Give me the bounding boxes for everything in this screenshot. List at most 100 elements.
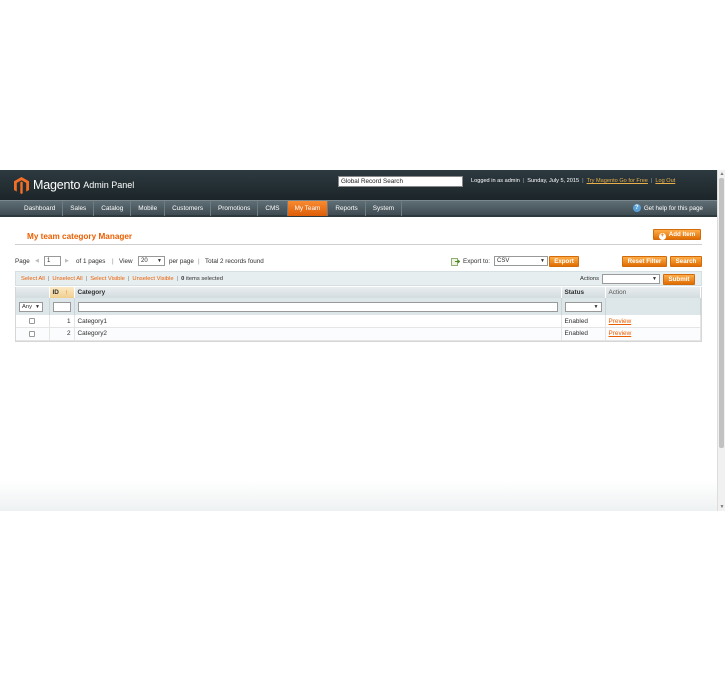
per-page-text: per page — [169, 257, 194, 265]
table-row[interactable]: 2 Category2 Enabled Preview — [16, 327, 701, 341]
nav-item-sales[interactable]: Sales — [63, 201, 95, 216]
row-id: 2 — [49, 327, 75, 341]
header-links: Logged in as admin | Sunday, July 5, 2015 |… — [471, 178, 676, 184]
export-format-select[interactable]: CSV ▼ — [494, 256, 548, 266]
help-link[interactable]: ? Get help for this page — [632, 204, 703, 212]
row-id: 1 — [49, 315, 75, 328]
chevron-down-icon: ▼ — [652, 276, 657, 282]
actions-select[interactable]: ▼ — [602, 274, 660, 284]
help-label: Get help for this page — [643, 204, 703, 212]
per-page-value: 20 — [141, 258, 148, 264]
preview-link[interactable]: Preview — [609, 318, 632, 325]
column-header-id[interactable]: ID ↑ — [49, 287, 75, 298]
page-label: Page — [15, 257, 30, 265]
selected-count: 0 — [181, 275, 185, 282]
table-row[interactable]: 1 Category1 Enabled Preview — [16, 315, 701, 328]
row-category: Category2 — [74, 327, 562, 341]
per-page-select[interactable]: 20 ▼ — [138, 256, 165, 266]
add-item-label: Add Item — [668, 231, 696, 238]
chevron-down-icon: ▼ — [593, 303, 599, 310]
nav-item-cms[interactable]: CMS — [258, 201, 288, 216]
export-button[interactable]: Export — [549, 255, 579, 267]
filter-any-value: Any — [22, 303, 32, 310]
try-magento-go-link[interactable]: Try Magento Go for Free — [587, 178, 648, 184]
row-checkbox[interactable] — [29, 330, 36, 337]
magento-logo-icon — [14, 176, 29, 194]
of-pages-text: of 1 pages — [76, 257, 106, 265]
total-records-text: Total 2 records found — [205, 257, 264, 265]
filter-cell-action — [605, 298, 701, 315]
nav-item-customers[interactable]: Customers — [165, 201, 212, 216]
chevron-down-icon: ▼ — [157, 258, 162, 264]
selected-text: items selected — [185, 275, 223, 282]
unselect-visible-link[interactable]: Unselect Visible — [132, 276, 173, 282]
export-label: Export to: — [463, 257, 490, 265]
magento-logo[interactable]: Magento Admin Panel — [14, 176, 134, 194]
filter-row: Any ▼ ▼ — [16, 298, 701, 315]
scroll-up-icon[interactable]: ▲ — [718, 170, 725, 178]
submit-button[interactable]: Submit — [663, 273, 695, 285]
reset-filter-button[interactable]: Reset Filter — [622, 255, 667, 267]
select-visible-link[interactable]: Select Visible — [90, 276, 125, 282]
row-checkbox[interactable] — [29, 317, 36, 324]
next-page-icon: ▶ — [65, 258, 69, 264]
column-header-category[interactable]: Category — [74, 287, 562, 298]
pager-separator: | — [198, 257, 200, 265]
unselect-all-link[interactable]: Unselect All — [52, 276, 82, 282]
global-record-search-input[interactable]: Global Record Search — [338, 176, 463, 187]
nav-item-dashboard[interactable]: Dashboard — [17, 201, 64, 216]
logged-in-text: Logged in as admin — [471, 178, 520, 184]
page-number-input[interactable]: 1 — [44, 256, 61, 266]
vertical-scrollbar[interactable]: ▲ ▼ — [717, 170, 725, 511]
page-title: My team category Manager — [27, 232, 133, 241]
status-filter-select[interactable]: ▼ — [564, 301, 602, 312]
brand-sub: Admin Panel — [83, 180, 135, 190]
chevron-down-icon: ▼ — [540, 258, 545, 264]
footer-band — [0, 481, 717, 511]
row-category: Category1 — [74, 315, 562, 328]
nav-item-my-team[interactable]: My Team — [287, 201, 329, 216]
sort-asc-icon: ↑ — [64, 289, 69, 296]
select-all-link[interactable]: Select All — [21, 276, 45, 282]
title-divider — [15, 244, 702, 245]
chevron-down-icon: ▼ — [35, 303, 40, 310]
pager-separator: | — [112, 257, 114, 265]
blank-top-area — [0, 0, 725, 170]
category-filter-input[interactable] — [77, 301, 558, 312]
nav-item-reports[interactable]: Reports — [328, 201, 366, 216]
row-action-cell: Preview — [605, 315, 701, 328]
scrollbar-thumb[interactable] — [719, 178, 724, 448]
nav-item-catalog[interactable]: Catalog — [94, 201, 132, 216]
grid-pager: Page ◀ 1 ▶ of 1 pages | View 20 ▼ per pag… — [15, 255, 702, 267]
column-header-action: Action — [605, 287, 701, 298]
nav-item-promotions[interactable]: Promotions — [211, 201, 259, 216]
scroll-down-icon[interactable]: ▼ — [718, 503, 725, 511]
logout-link[interactable]: Log Out — [655, 178, 675, 184]
main-nav: Dashboard Sales Catalog Mobile Customers… — [0, 200, 717, 217]
admin-frame: Magento Admin Panel Global Record Search… — [0, 170, 725, 511]
filter-cell-id — [49, 298, 75, 315]
row-action-cell: Preview — [605, 327, 701, 341]
filter-cell-status: ▼ — [561, 298, 606, 315]
massaction-filter-select[interactable]: Any ▼ — [19, 301, 43, 312]
help-icon: ? — [632, 204, 641, 212]
admin-header: Magento Admin Panel Global Record Search… — [0, 170, 717, 200]
view-label: View — [119, 257, 133, 265]
row-status: Enabled — [561, 315, 606, 328]
export-icon — [451, 258, 460, 266]
nav-item-system[interactable]: System — [366, 201, 403, 216]
current-date: Sunday, July 5, 2015 — [527, 178, 580, 184]
massaction-bar: Select All | Unselect All | Select Visible | U… — [15, 271, 702, 286]
search-button[interactable]: Search — [670, 255, 702, 267]
add-item-button[interactable]: + Add Item — [653, 229, 701, 240]
preview-link[interactable]: Preview — [609, 330, 632, 337]
id-filter-input[interactable] — [52, 301, 71, 312]
row-status: Enabled — [561, 327, 606, 341]
nav-item-mobile[interactable]: Mobile — [131, 201, 166, 216]
brand-name: Magento — [33, 178, 81, 192]
massaction-column-header — [16, 287, 50, 298]
filter-cell-category — [74, 298, 562, 315]
column-header-status[interactable]: Status — [561, 287, 606, 298]
filter-cell-massaction: Any ▼ — [16, 298, 50, 315]
actions-label: Actions — [580, 275, 600, 282]
